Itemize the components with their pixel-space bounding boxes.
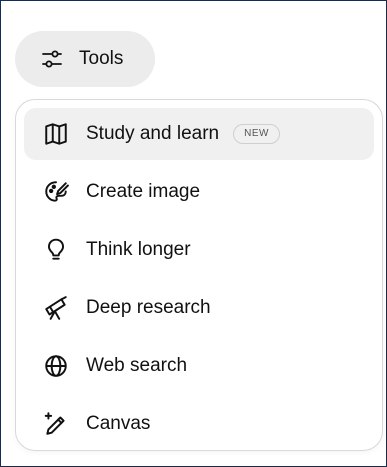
tools-button[interactable]: Tools — [15, 31, 155, 87]
menu-item-study-and-learn[interactable]: Study and learn NEW — [24, 108, 374, 160]
menu-item-create-image[interactable]: Create image — [24, 166, 374, 218]
menu-item-label: Study and learn — [86, 123, 220, 144]
palette-brush-icon — [42, 178, 70, 206]
lightbulb-icon — [42, 236, 70, 264]
menu-item-label: Create image — [86, 181, 201, 202]
tools-button-label: Tools — [79, 48, 124, 69]
globe-icon — [42, 352, 70, 380]
menu-item-canvas[interactable]: Canvas — [24, 398, 374, 450]
menu-item-think-longer[interactable]: Think longer — [24, 224, 374, 276]
pen-sparkle-icon — [42, 410, 70, 438]
menu-item-deep-research[interactable]: Deep research — [24, 282, 374, 334]
telescope-icon — [42, 294, 70, 322]
menu-item-label: Canvas — [86, 413, 151, 434]
new-badge: NEW — [233, 124, 280, 144]
book-open-icon — [42, 120, 70, 148]
sliders-icon — [39, 46, 65, 72]
window-frame: Tools Study and learn NEW Create image T… — [0, 0, 387, 467]
menu-item-web-search[interactable]: Web search — [24, 340, 374, 392]
menu-item-label: Think longer — [86, 239, 191, 260]
menu-item-label: Deep research — [86, 297, 211, 318]
tools-menu: Study and learn NEW Create image Think l… — [15, 99, 383, 451]
menu-item-label: Web search — [86, 355, 188, 376]
